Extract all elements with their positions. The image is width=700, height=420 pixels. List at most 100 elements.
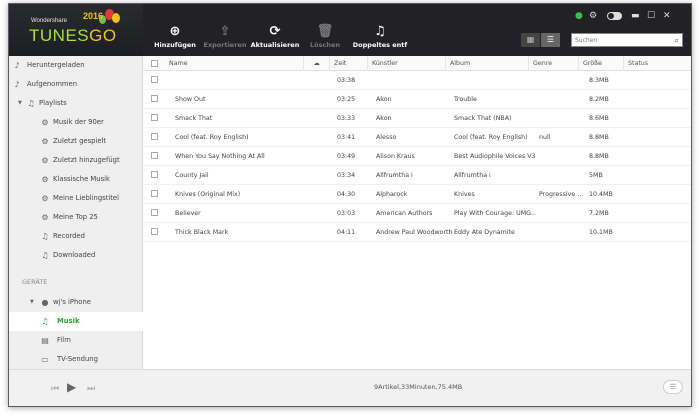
next-icon[interactable]: ⏭ [87, 382, 95, 396]
sidebar-item-label: Musik der 90er [53, 118, 104, 126]
table-row[interactable]: Thick Black Mark 04:11 Andrew Paul Woodwor… [143, 223, 691, 242]
sidebar-item-playlist[interactable]: ⚙ Meine Lieblingstitel [9, 189, 143, 208]
cell-artist: Andrew Paul Woodworth [376, 229, 452, 236]
cell-time: 03:33 [337, 115, 356, 122]
sidebar-item-music[interactable]: ♫ Musik [9, 312, 143, 331]
window-controls: ● ⚙ ▬ ☐ ✕ [575, 11, 685, 21]
expand-arrow-icon[interactable]: ▼ [18, 94, 22, 113]
gear-icon[interactable]: ⚙ [589, 11, 597, 21]
cell-time: 04:11 [337, 229, 356, 236]
row-checkbox[interactable] [151, 209, 158, 216]
remove-duplicates-button[interactable]: ♫ Doppeltes entf [347, 23, 413, 49]
export-label: Exportieren [203, 41, 247, 49]
cell-album [454, 71, 536, 90]
cell-genre [539, 223, 587, 242]
cell-album: Cool (feat. Roy English) [454, 134, 528, 141]
sidebar-item-label: Zuletzt hinzugefügt [53, 156, 120, 164]
col-time[interactable]: Zeit [329, 56, 367, 71]
brand-main-a: TUNES [29, 26, 90, 45]
grid-view-icon[interactable]: ▦ [521, 33, 540, 47]
col-name[interactable]: Name [165, 56, 303, 71]
sidebar-item-playlist[interactable]: ♫ Recorded [9, 227, 143, 246]
search-icon[interactable]: ⌕ [675, 35, 679, 46]
cell-name: Cool (feat. Roy English) [175, 134, 249, 141]
sidebar-item-label: wj's iPhone [53, 298, 91, 306]
balloon-icon [112, 13, 120, 23]
table-row[interactable]: When You Say Nothing At All 03:49 Alison K… [143, 147, 691, 166]
table-row[interactable]: Believer 03:03 American Authors Play With C… [143, 204, 691, 223]
select-all-checkbox[interactable] [151, 60, 158, 67]
view-toggle: ▦ ☰ [521, 33, 561, 47]
cell-time: 03:41 [337, 134, 356, 141]
table-row[interactable]: 03:38 8.3MB [143, 71, 691, 90]
cell-size: 8.8MB [589, 134, 609, 141]
col-size[interactable]: Größe [578, 56, 623, 71]
cell-genre [539, 71, 587, 90]
sidebar-item-playlist[interactable]: ⚙ Zuletzt hinzugefügt [9, 151, 143, 170]
cell-size: 8.2MB [589, 96, 609, 103]
table-row[interactable]: County Jail 03:34 Allfrumtha i Allfrumtha i… [143, 166, 691, 185]
row-checkbox[interactable] [151, 228, 158, 235]
play-icon[interactable]: ▶ [67, 380, 76, 394]
sidebar-item-playlist[interactable]: ⚙ Musik der 90er [9, 113, 143, 132]
table-row[interactable]: Cool (feat. Roy English) 03:41 Alesso Cool … [143, 128, 691, 147]
cell-album: Knives [454, 191, 475, 198]
cell-size: 8.6MB [589, 115, 609, 122]
table-row[interactable]: Knives (Original Mix) 04:30 Alpharock Knive… [143, 185, 691, 204]
cell-album: Best Audiophile Voices V3 [454, 153, 536, 160]
devices-section-label: GERÄTE [22, 278, 48, 286]
list-view-icon[interactable]: ☰ [541, 33, 560, 47]
col-status[interactable]: Status [623, 56, 691, 71]
sidebar-item-device[interactable]: ▼ ● wj's iPhone [9, 293, 143, 312]
cell-artist: Alesso [376, 134, 397, 141]
playlist-icon: ♫ [27, 99, 35, 108]
row-checkbox[interactable] [151, 95, 158, 102]
theme-toggle[interactable] [607, 12, 622, 20]
sidebar-item-label: Meine Lieblingstitel [53, 194, 119, 202]
user-icon[interactable]: ● [575, 11, 583, 21]
row-checkbox[interactable] [151, 152, 158, 159]
previous-icon[interactable]: ⏮ [51, 382, 59, 396]
search-input[interactable] [575, 35, 667, 46]
cloud-icon[interactable]: ☁ [303, 56, 329, 71]
sidebar-item-playlists[interactable]: ▼ ♫ Playlists [9, 94, 143, 113]
cell-time: 03:38 [337, 77, 356, 84]
row-checkbox[interactable] [151, 190, 158, 197]
delete-label: Löschen [310, 41, 340, 49]
col-artist[interactable]: Künstler [367, 56, 445, 71]
col-album[interactable]: Album [445, 56, 528, 71]
cell-album: Play With Courage: UMG... [454, 210, 536, 217]
cell-album: Eddy Ate Dynamite [454, 229, 515, 236]
apple-icon: ● [41, 298, 49, 307]
queue-list-icon[interactable]: ☰ [663, 380, 683, 394]
row-checkbox[interactable] [151, 114, 158, 121]
minimize-icon[interactable]: ▬ [631, 11, 640, 21]
playlist-icon: ♫ [41, 251, 49, 260]
delete-button[interactable]: 🗑 Löschen [295, 23, 355, 49]
smart-playlist-gear-icon: ⚙ [41, 175, 49, 184]
player-bar: ⏮ ▶ ⏭ 9Artikel,33Minuten,75.4MB ☰ [9, 369, 691, 406]
sidebar-item-downloaded[interactable]: ♪ Heruntergeladen [9, 56, 143, 75]
sidebar-item-playlist[interactable]: ⚙ Zuletzt gespielt [9, 132, 143, 151]
smart-playlist-gear-icon: ⚙ [41, 156, 49, 165]
cell-genre [539, 147, 587, 166]
cell-artist: Allfrumtha i [376, 172, 413, 179]
sidebar-item-label: Klassische Musik [53, 175, 110, 183]
close-icon[interactable]: ✕ [663, 11, 671, 21]
sidebar-item-label: Aufgenommen [27, 80, 78, 88]
sidebar-item-playlist[interactable]: ⚙ Meine Top 25 [9, 208, 143, 227]
sidebar-item-tv[interactable]: ▭ TV-Sendung [9, 350, 143, 369]
row-checkbox[interactable] [151, 171, 158, 178]
maximize-icon[interactable]: ☐ [647, 11, 655, 21]
sidebar-item-playlist[interactable]: ♫ Downloaded [9, 246, 143, 265]
expand-arrow-icon[interactable]: ▼ [30, 293, 34, 312]
sidebar-item-recorded-de[interactable]: ♪ Aufgenommen [9, 75, 143, 94]
row-checkbox[interactable] [151, 133, 158, 140]
table-row[interactable]: Show Out 03:25 Akon Trouble 8.2MB [143, 90, 691, 109]
sidebar-item-playlist[interactable]: ⚙ Klassische Musik [9, 170, 143, 189]
trash-icon: 🗑 [316, 24, 334, 39]
col-genre[interactable]: Genre [528, 56, 578, 71]
table-row[interactable]: Smack That 03:33 Akon Smack That (NBA) 8.6MB [143, 109, 691, 128]
sidebar-item-film[interactable]: ▤ Film [9, 331, 143, 350]
row-checkbox[interactable] [151, 76, 158, 83]
